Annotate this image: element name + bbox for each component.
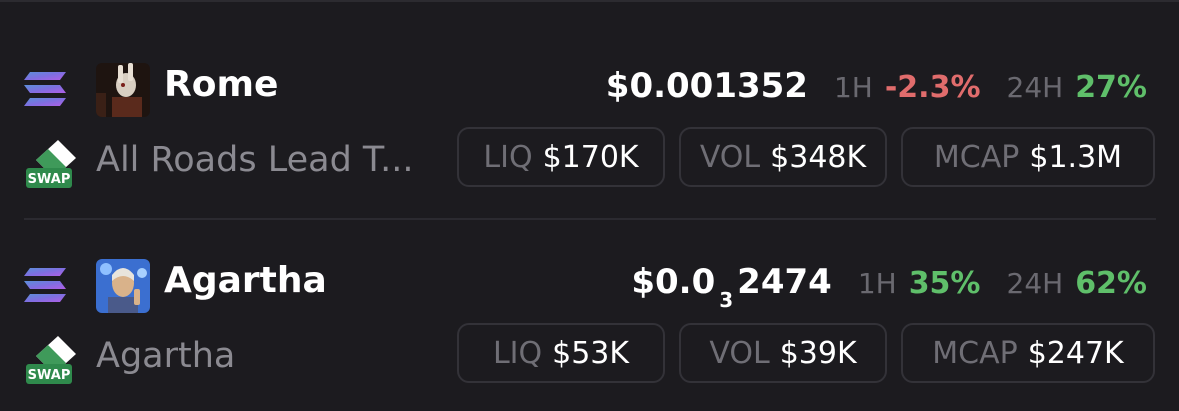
market-cap-label: MCAP [933,139,1020,175]
market-cap-label: MCAP [932,335,1018,371]
agartha-avatar-image [96,259,150,313]
volume-label: VOL [699,139,761,175]
token-price: $0.0 3 2474 [631,262,832,312]
liquidity-label: LIQ [492,335,543,371]
svg-text:SWAP: SWAP [28,172,71,187]
price-area: $0.0 3 2474 1H 35% 24H 62% [631,262,1147,312]
volume-label: VOL [709,335,770,371]
rome-avatar-image [96,63,150,117]
token-symbol: Rome [164,64,279,105]
market-cap-value: $247K [1027,335,1124,371]
liquidity-label: LIQ [483,139,533,175]
token-row-rome[interactable]: Rome SWAP All Roads Lead T... $0.001352 … [0,54,1179,214]
swap-icon[interactable]: SWAP [24,334,80,388]
change-24h-value: 62% [1075,266,1147,301]
liquidity-pill[interactable]: LIQ $170K [457,127,665,187]
solana-icon [24,268,66,302]
change-1h-label: 1H [857,267,897,300]
change-24h-label: 24H [1006,267,1064,300]
token-avatar [96,63,150,117]
change-24h-value: 27% [1075,70,1147,105]
liquidity-value: $170K [542,139,639,175]
market-cap-value: $1.3M [1029,139,1123,175]
swap-icon[interactable]: SWAP [24,138,80,192]
change-1h-label: 1H [833,71,873,104]
change-1h-value: 35% [908,266,981,301]
top-divider [0,0,1179,2]
volume-value: $39K [779,335,857,371]
change-24h-label: 24H [1006,71,1064,104]
svg-text:SWAP: SWAP [28,368,71,383]
solana-icon [24,72,66,106]
token-full-name: All Roads Lead T... [96,140,414,180]
liquidity-pill[interactable]: LIQ $53K [457,323,665,383]
token-full-name: Agartha [96,336,236,376]
price-area: $0.001352 1H -2.3% 24H 27% [606,66,1147,106]
market-cap-pill[interactable]: MCAP $1.3M [901,127,1155,187]
token-symbol: Agartha [164,260,327,301]
token-price: $0.001352 [605,66,808,106]
volume-value: $348K [770,139,867,175]
volume-pill[interactable]: VOL $39K [679,323,887,383]
volume-pill[interactable]: VOL $348K [679,127,887,187]
token-row-agartha[interactable]: Agartha SWAP Agartha $0.0 3 2474 1H 35% 24… [0,250,1179,410]
market-cap-pill[interactable]: MCAP $247K [901,323,1155,383]
token-avatar [96,259,150,313]
liquidity-value: $53K [552,335,630,371]
change-1h-value: -2.3% [884,70,981,105]
row-divider [24,218,1156,220]
